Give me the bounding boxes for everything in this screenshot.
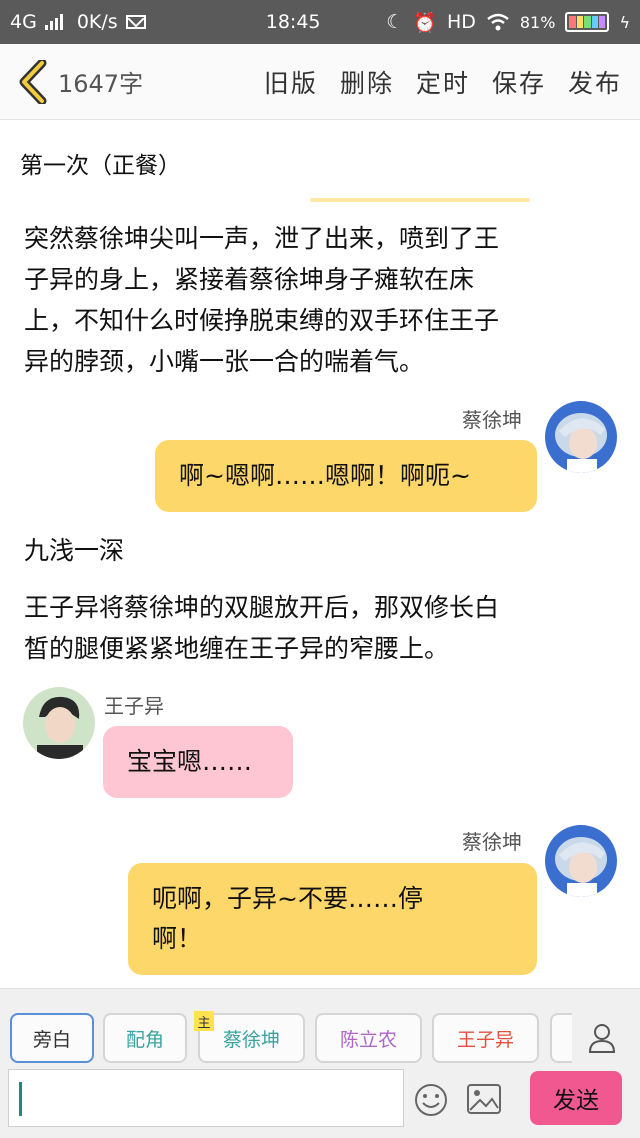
message-bubble[interactable]: 呃啊，子异~不要……停 啊！ [128,863,537,975]
message-bubble[interactable]: 宝宝嗯…… [103,726,293,798]
emoji-icon[interactable] [414,1083,448,1117]
chapter-title: 第一次（正餐） [20,153,181,179]
role-supporting-button[interactable]: 配角 [103,1013,187,1063]
divider [310,198,530,202]
narration-block[interactable]: 突然蔡徐坤尖叫一声，泄了出来，喷到了王 子异的身上，紧接着蔡徐坤身子瘫软在床 上… [24,218,620,382]
chevron-left-icon [19,59,47,104]
role-chip-partial[interactable] [550,1013,572,1063]
narration-line: 王子异将蔡徐坤的双腿放开后，那双修长白 [24,593,500,622]
text-caret [19,1082,22,1116]
narration-line: 突然蔡徐坤尖叫一声，泄了出来，喷到了王 [24,224,500,253]
avatar[interactable] [545,825,617,897]
manage-roles-button[interactable] [578,1013,626,1063]
avatar-image [545,401,617,473]
narration-line: 上，不知什么时候挣脱束缚的双手环住王子 [24,306,500,335]
status-left: 4G 0K/s [10,11,240,33]
role-selector: 旁白 配角 蔡徐坤 主 陈立农 王子异 [0,1011,640,1063]
role-chenlinong-button[interactable]: 陈立农 [315,1013,422,1063]
story-content[interactable]: 第一次（正餐） 突然蔡徐坤尖叫一声，泄了出来，喷到了王 子异的身上，紧接着蔡徐坤… [0,120,640,988]
narration-text[interactable]: 九浅一深 [24,530,620,571]
avatar-image [23,687,95,759]
delete-button[interactable]: 删除 [340,64,394,100]
battery-percent: 81% [519,12,556,32]
mail-icon [125,15,146,29]
old-version-button[interactable]: 旧版 [264,64,318,100]
alarm-icon: ⏰ [413,11,437,34]
word-count: 1647字 [58,70,144,98]
message-text: 啊！ [152,924,203,953]
publish-button[interactable]: 发布 [568,64,622,100]
message-input[interactable] [8,1069,404,1127]
send-button[interactable]: 发送 [530,1071,622,1125]
image-icon[interactable] [467,1084,501,1114]
narration-line: 皙的腿便紧紧地缠在王子异的窄腰上。 [24,634,450,663]
role-narration-button[interactable]: 旁白 [10,1013,94,1063]
input-row: 发送 [0,1067,640,1131]
status-bar: 4G 0K/s 18:45 ☾ ⏰ HD 81% ϟ [0,0,640,44]
schedule-button[interactable]: 定时 [416,64,470,100]
save-button[interactable]: 保存 [492,64,546,100]
message-text: 宝宝嗯…… [127,747,253,776]
main-role-badge: 主 [194,1011,214,1031]
narration-line: 异的脖颈，小嘴一张一合的喘着气。 [24,347,425,376]
avatar[interactable] [545,401,617,473]
avatar-image [545,825,617,897]
toolbar-actions: 旧版 删除 定时 保存 发布 [264,64,622,100]
message-text: 呃啊，子异~不要……停 [152,884,423,913]
speaker-name: 蔡徐坤 [462,830,522,854]
charging-icon: ϟ [619,12,630,32]
moon-icon: ☾ [386,11,404,33]
role-caixukun-button[interactable]: 蔡徐坤 [198,1013,305,1063]
message-bubble[interactable]: 啊~嗯啊……嗯啊！啊呃~ [155,440,537,512]
person-icon [588,1024,616,1053]
network-speed: 0K/s [76,11,118,33]
status-right: ☾ ⏰ HD 81% ϟ [386,11,630,34]
message-text: 啊~嗯啊……嗯啊！啊呃~ [179,461,471,490]
speaker-name: 蔡徐坤 [462,408,522,432]
editor-toolbar: 1647字 旧版 删除 定时 保存 发布 [0,44,640,120]
clock: 18:45 [265,11,321,33]
hd-label: HD [446,11,476,33]
wifi-icon [487,13,509,31]
signal-icon [44,14,63,30]
battery-icon [565,12,610,32]
role-wangziyi-button[interactable]: 王子异 [432,1013,539,1063]
network-type: 4G [10,11,37,33]
avatar[interactable] [23,687,95,759]
speaker-name: 王子异 [104,694,164,718]
narration-block[interactable]: 王子异将蔡徐坤的双腿放开后，那双修长白 皙的腿便紧紧地缠在王子异的窄腰上。 [24,587,620,669]
back-button[interactable] [18,59,52,105]
compose-bar: 旁白 配角 蔡徐坤 主 陈立农 王子异 发送 [0,988,640,1138]
narration-line: 子异的身上，紧接着蔡徐坤身子瘫软在床 [24,265,475,294]
